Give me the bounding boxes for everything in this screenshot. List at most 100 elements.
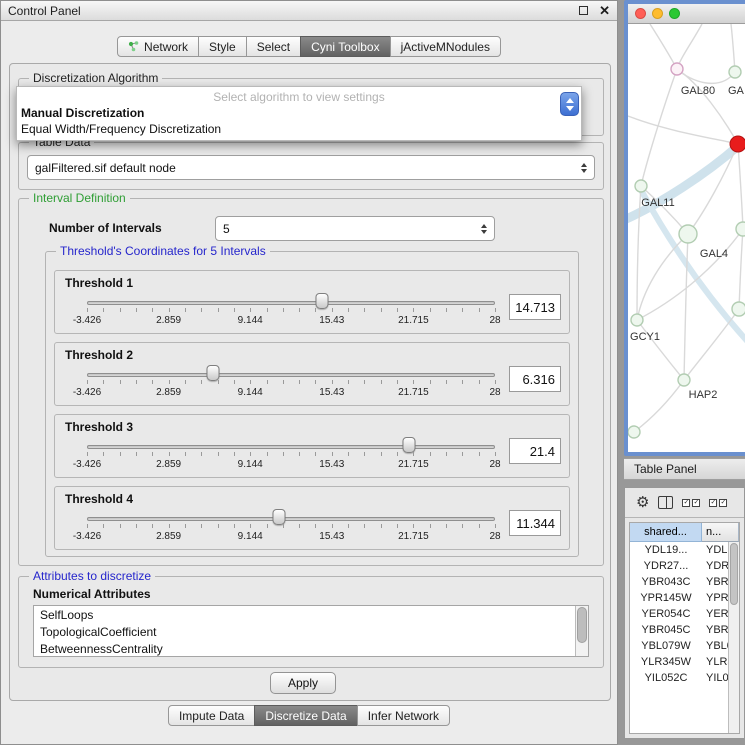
- slider-thumb[interactable]: [316, 293, 329, 309]
- tab-label: Impute Data: [179, 709, 244, 723]
- control-panel-titlebar: Control Panel ✕: [1, 1, 617, 21]
- scale-label: 21.715: [398, 459, 429, 470]
- threshold-row: Threshold 4 -3.4262.8599.14415.4321.7152…: [54, 486, 570, 550]
- cell-shared-name: YPR145W: [630, 592, 702, 604]
- network-node[interactable]: [628, 426, 640, 438]
- tab-infer-network[interactable]: Infer Network: [357, 705, 450, 726]
- table-row[interactable]: YPR145W YPR1: [630, 590, 739, 606]
- tab-select[interactable]: Select: [246, 36, 301, 57]
- table-row[interactable]: YIL052C YIL0: [630, 670, 739, 686]
- network-node[interactable]: [631, 314, 643, 326]
- tab-label: Cyni Toolbox: [311, 40, 379, 54]
- threshold-slider[interactable]: -3.4262.8599.14415.4321.71528: [87, 291, 495, 329]
- table-row[interactable]: YDR27... YDR2: [630, 558, 739, 574]
- tab-label: Discretize Data: [265, 709, 346, 723]
- network-node[interactable]: [679, 225, 697, 243]
- table-row[interactable]: YER054C YER0: [630, 606, 739, 622]
- close-icon[interactable]: ✕: [599, 4, 610, 17]
- network-node-selected-red[interactable]: [730, 136, 745, 152]
- select-columns-icon[interactable]: [709, 499, 727, 507]
- network-tab-icon: [128, 41, 139, 52]
- group-title: Attributes to discretize: [29, 569, 155, 583]
- tab-network[interactable]: Network: [117, 36, 199, 57]
- slider-scale: -3.4262.8599.14415.4321.71528: [87, 315, 495, 327]
- select-all-rows-icon[interactable]: [682, 499, 700, 507]
- combo-value: galFiltered.sif default node: [35, 161, 576, 175]
- network-node[interactable]: [671, 63, 683, 75]
- node-label: HAP2: [689, 389, 718, 401]
- node-label: GA: [728, 85, 745, 97]
- threshold-slider[interactable]: -3.4262.8599.14415.4321.71528: [87, 435, 495, 473]
- threshold-value-field[interactable]: 6.316: [509, 366, 561, 392]
- scale-label: 15.43: [319, 387, 344, 398]
- scale-label: 21.715: [398, 315, 429, 326]
- network-graph: GAL80 GA GAL11 GAL4 GCY1 HAP2: [628, 24, 745, 452]
- menu-item-equal-width-frequency[interactable]: Equal Width/Frequency Discretization: [17, 121, 581, 137]
- mac-close-icon[interactable]: [635, 8, 646, 19]
- window-title: Control Panel: [8, 4, 579, 18]
- threshold-value-field[interactable]: 21.4: [509, 438, 561, 464]
- tab-jactivemnodules[interactable]: jActiveMNodules: [390, 36, 501, 57]
- scale-label: 15.43: [319, 315, 344, 326]
- list-item[interactable]: TopologicalCoefficient: [40, 624, 588, 641]
- float-window-icon[interactable]: [579, 6, 588, 15]
- table-data-combo[interactable]: galFiltered.sif default node: [27, 155, 595, 180]
- network-canvas[interactable]: GAL80 GA GAL11 GAL4 GCY1 HAP2: [628, 24, 745, 452]
- list-item[interactable]: SelfLoops: [40, 607, 588, 624]
- mac-zoom-icon[interactable]: [669, 8, 680, 19]
- apply-button[interactable]: Apply: [270, 672, 336, 694]
- threshold-value-field[interactable]: 11.344: [509, 510, 561, 536]
- node-label: GAL11: [641, 197, 674, 209]
- scale-label: -3.426: [73, 315, 101, 326]
- algorithm-combo-button[interactable]: [560, 92, 579, 116]
- table-row[interactable]: YBL079W YBL0: [630, 638, 739, 654]
- threshold-slider[interactable]: -3.4262.8599.14415.4321.71528: [87, 363, 495, 401]
- scrollbar-thumb[interactable]: [730, 543, 738, 605]
- column-header-name[interactable]: n...: [702, 523, 739, 542]
- algorithm-dropdown-popup: Select algorithm to view settings Manual…: [16, 86, 582, 141]
- threshold-row: Threshold 3 -3.4262.8599.14415.4321.7152…: [54, 414, 570, 478]
- tab-impute-data[interactable]: Impute Data: [168, 705, 255, 726]
- list-item[interactable]: BetweennessCentrality: [40, 641, 588, 657]
- network-node[interactable]: [736, 222, 745, 236]
- network-node[interactable]: [732, 302, 745, 316]
- table-scrollbar[interactable]: [728, 542, 739, 733]
- network-node[interactable]: [678, 374, 690, 386]
- combo-value: 5: [223, 222, 476, 236]
- column-header-shared-name[interactable]: shared...: [630, 523, 702, 542]
- number-of-intervals-combo[interactable]: 5: [215, 216, 495, 241]
- tab-style[interactable]: Style: [198, 36, 247, 57]
- slider-track: [87, 301, 495, 305]
- cell-shared-name: YBL079W: [630, 640, 702, 652]
- tab-discretize-data[interactable]: Discretize Data: [254, 705, 357, 726]
- gear-icon[interactable]: ⚙: [636, 495, 649, 510]
- node-label: GAL4: [700, 248, 728, 260]
- attributes-scrollbar[interactable]: [575, 606, 588, 656]
- mac-minimize-icon[interactable]: [652, 8, 663, 19]
- number-of-intervals-label: Number of Intervals: [49, 221, 162, 235]
- network-node[interactable]: [635, 180, 647, 192]
- threshold-label: Threshold 2: [65, 348, 561, 362]
- slider-thumb[interactable]: [207, 365, 220, 381]
- network-edge-thick[interactable]: [641, 190, 745, 342]
- table-row[interactable]: YDL19... YDL1: [630, 542, 739, 558]
- table-row[interactable]: YBR045C YBR0: [630, 622, 739, 638]
- network-view-window: GAL80 GA GAL11 GAL4 GCY1 HAP2: [624, 0, 745, 456]
- table-row[interactable]: YLR345W YLR3: [630, 654, 739, 670]
- scale-label: -3.426: [73, 531, 101, 542]
- scale-label: 2.859: [156, 531, 181, 542]
- menu-item-manual-discretization[interactable]: Manual Discretization: [17, 105, 581, 121]
- table-row[interactable]: YBR043C YBR0: [630, 574, 739, 590]
- slider-thumb[interactable]: [272, 509, 285, 525]
- scrollbar-thumb[interactable]: [577, 607, 587, 643]
- network-node[interactable]: [729, 66, 741, 78]
- slider-thumb[interactable]: [403, 437, 416, 453]
- cell-shared-name: YIL052C: [630, 672, 702, 684]
- group-title: Discretization Algorithm: [29, 71, 162, 85]
- group-title: Threshold's Coordinates for 5 Intervals: [56, 244, 270, 258]
- columns-icon[interactable]: [658, 496, 673, 509]
- tab-cyni-toolbox[interactable]: Cyni Toolbox: [300, 36, 390, 57]
- threshold-value-field[interactable]: 14.713: [509, 294, 561, 320]
- network-window-titlebar: [628, 4, 745, 24]
- threshold-slider[interactable]: -3.4262.8599.14415.4321.71528: [87, 507, 495, 545]
